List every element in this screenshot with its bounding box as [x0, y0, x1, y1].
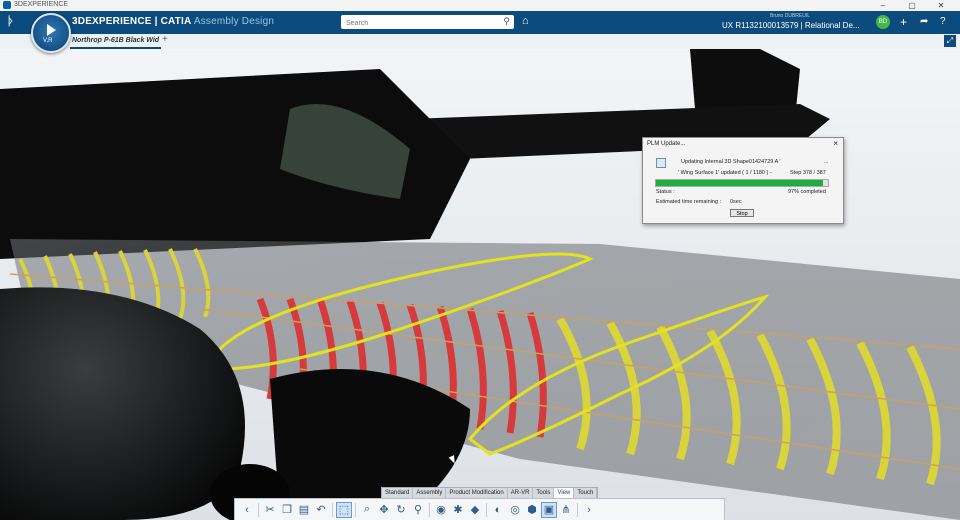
tree-icon[interactable]: ⋔ — [558, 502, 574, 518]
rotate-icon[interactable]: ↻ — [393, 502, 409, 518]
close-window-button[interactable]: ✕ — [928, 0, 954, 11]
search-input[interactable] — [344, 16, 498, 30]
action-bar: ‹ ✂ ❐ ▤ ↶ ⬚ ⌕ ✥ ↻ ⚲ ◉ ✱ ◆ ◐ ◎ ⬢ ▣ ⋔ › — [234, 498, 725, 520]
updated-line: ' Wing Surface 1' updated ( 1 / 1180 ) - — [678, 170, 772, 176]
compass-label: V,R — [43, 38, 53, 44]
app-tab-touch[interactable]: Touch — [574, 488, 598, 498]
app-logo-icon — [3, 1, 11, 9]
section-icon[interactable]: ▣ — [541, 501, 557, 518]
time-remaining-label: Estimated time remaining : — [656, 199, 722, 205]
help-icon[interactable]: ? — [940, 16, 946, 27]
search-box[interactable]: ⚲ — [341, 15, 514, 30]
capture-icon[interactable]: ◉ — [433, 502, 449, 518]
maximize-button[interactable]: ▢ — [899, 0, 925, 11]
tag-icon[interactable]: ⌂ — [522, 15, 529, 27]
toolbar-separator — [258, 502, 259, 517]
material-icon[interactable]: ⬢ — [524, 502, 540, 518]
context-label[interactable]: UX R1132100013579 | Relational De... — [722, 21, 860, 30]
top-bar: ᚦ 3DEXPERIENCE | CATIA Assembly Design ⚲… — [0, 11, 960, 34]
update-icon — [656, 158, 666, 168]
progress-bar — [655, 179, 829, 187]
updating-ellipsis: ... — [824, 159, 829, 165]
shading-icon[interactable]: ◐ — [490, 502, 506, 518]
paste-icon[interactable]: ▤ — [296, 502, 312, 518]
toolbar-separator — [332, 502, 333, 517]
avatar[interactable]: BD — [876, 15, 890, 29]
user-name: Bruno DUBREUIL — [770, 13, 811, 19]
tab-document[interactable]: Northrop P-61B Black Wid — [70, 35, 162, 49]
toolbar-separator — [355, 502, 356, 517]
toolbar-separator — [429, 502, 430, 517]
undo-icon[interactable]: ↶ — [313, 502, 329, 518]
dialog-close-icon[interactable]: × — [833, 139, 838, 148]
app-tab-ar-vr[interactable]: AR-VR — [508, 488, 534, 498]
more-icon[interactable]: › — [581, 502, 597, 518]
status-label: Status : — [656, 189, 675, 195]
dassault-logo-icon[interactable]: ᚦ — [7, 14, 14, 28]
select-icon[interactable]: ⬚ — [336, 501, 352, 518]
add-icon[interactable]: + — [900, 15, 907, 29]
search-icon[interactable]: ⚲ — [503, 16, 510, 27]
render-icon[interactable]: ✱ — [450, 502, 466, 518]
copy-icon[interactable]: ❐ — [279, 502, 295, 518]
step-counter: Step 378 / 387 — [790, 170, 826, 176]
time-remaining-value: 0sec — [730, 199, 742, 205]
zoom-icon[interactable]: ⌕ — [359, 502, 375, 518]
app-tab-tools[interactable]: Tools — [533, 488, 555, 498]
dialog-title: PLM Update... — [647, 141, 686, 147]
aircraft-model — [0, 49, 960, 520]
minimize-button[interactable]: – — [870, 0, 896, 11]
pan-icon[interactable]: ✥ — [376, 502, 392, 518]
stop-button[interactable]: Stop — [730, 209, 754, 217]
play-icon — [47, 24, 56, 36]
plm-update-dialog: PLM Update... × Updating Internal 3D Sha… — [642, 137, 844, 224]
add-tab-button[interactable]: + — [162, 34, 168, 45]
compass-widget[interactable]: V,R — [31, 13, 71, 53]
document-tab-row: Northrop P-61B Black Wid + ⤢ — [0, 34, 960, 50]
brand-title: 3DEXPERIENCE | CATIA Assembly Design — [72, 16, 275, 27]
fullscreen-icon[interactable]: ⤢ — [944, 35, 956, 47]
search-zoom-icon[interactable]: ⚲ — [410, 502, 426, 518]
toolbar-separator — [486, 502, 487, 517]
share-icon[interactable]: ➦ — [920, 16, 928, 27]
updating-line: Updating Internal 3D Shape01424729 A ' — [681, 159, 781, 165]
cut-icon[interactable]: ✂ — [262, 502, 278, 518]
toolbar-separator — [577, 502, 578, 517]
window-title: 3DEXPERIENCE — [14, 1, 69, 8]
app-tab-view[interactable]: View — [554, 488, 575, 498]
cube-icon[interactable]: ◆ — [467, 502, 483, 518]
3d-viewport[interactable] — [0, 49, 960, 520]
app-tab-assembly[interactable]: Assembly — [413, 488, 447, 498]
chevron-icon[interactable]: ‹ — [239, 502, 255, 518]
app-tab-standard[interactable]: Standard — [382, 488, 414, 498]
status-value: 97% completed — [788, 189, 826, 195]
app-tab-product-modification[interactable]: Product Modification — [446, 488, 508, 498]
hide-show-icon[interactable]: ◎ — [507, 502, 523, 518]
progress-fill — [656, 180, 823, 186]
